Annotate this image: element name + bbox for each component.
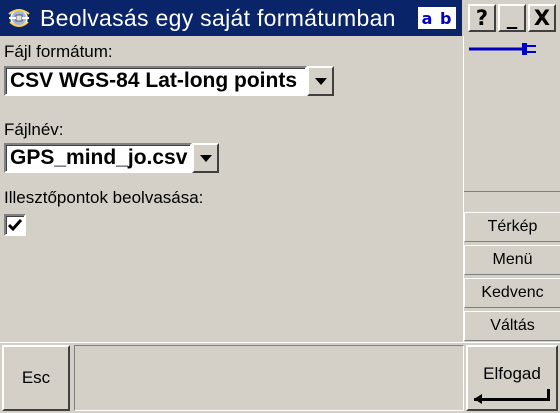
caption-buttons: ? _ X: [463, 0, 560, 36]
form-area: Fájl formátum: CSV WGS-84 Lat-long point…: [0, 36, 462, 342]
minimize-button[interactable]: _: [498, 4, 526, 32]
file-format-dropdown-button[interactable]: [307, 66, 334, 96]
input-mode-indicator[interactable]: a b: [418, 7, 456, 29]
title-bar: Beolvasás egy saját formátumban a b: [0, 0, 462, 36]
side-panel: Térkép Menü Kedvenc Váltás: [463, 36, 560, 342]
file-format-value[interactable]: CSV WGS-84 Lat-long points: [4, 66, 307, 96]
file-name-value[interactable]: GPS_mind_jo.csv: [4, 143, 192, 173]
menu-button[interactable]: Menü: [464, 245, 560, 275]
enter-key-icon: [474, 398, 550, 401]
gps-connection-icon: [469, 43, 536, 55]
file-name-dropdown-button[interactable]: [192, 143, 219, 173]
accept-button[interactable]: Elfogad: [466, 345, 558, 411]
bottom-bar: Esc Elfogad: [0, 342, 560, 413]
map-button[interactable]: Térkép: [464, 212, 560, 242]
file-format-label: Fájl formátum:: [4, 42, 113, 61]
chevron-down-icon: [314, 77, 327, 85]
switch-button[interactable]: Váltás: [464, 311, 560, 341]
chevron-down-icon: [199, 154, 212, 162]
esc-button[interactable]: Esc: [2, 345, 70, 411]
file-name-dropdown[interactable]: GPS_mind_jo.csv: [4, 143, 219, 173]
file-name-label: Fájlnév:: [4, 120, 64, 139]
control-points-checkbox[interactable]: [4, 214, 26, 236]
enter-key-tick: [547, 389, 550, 401]
favorites-button[interactable]: Kedvenc: [464, 278, 560, 308]
accept-label: Elfogad: [483, 364, 541, 383]
help-button[interactable]: ?: [468, 4, 496, 32]
gps-status-area[interactable]: [464, 36, 560, 192]
satellite-icon: [4, 3, 34, 33]
control-points-label: Illesztőpontok beolvasása:: [4, 188, 204, 207]
file-format-dropdown[interactable]: CSV WGS-84 Lat-long points: [4, 66, 334, 96]
window-title: Beolvasás egy saját formátumban: [40, 4, 396, 31]
enter-key-arrow: [474, 394, 482, 404]
checkmark-icon: [7, 219, 23, 232]
app-window: Beolvasás egy saját formátumban a b ? _ …: [0, 0, 560, 413]
close-button[interactable]: X: [528, 4, 556, 32]
bottom-spacer: [74, 345, 464, 411]
